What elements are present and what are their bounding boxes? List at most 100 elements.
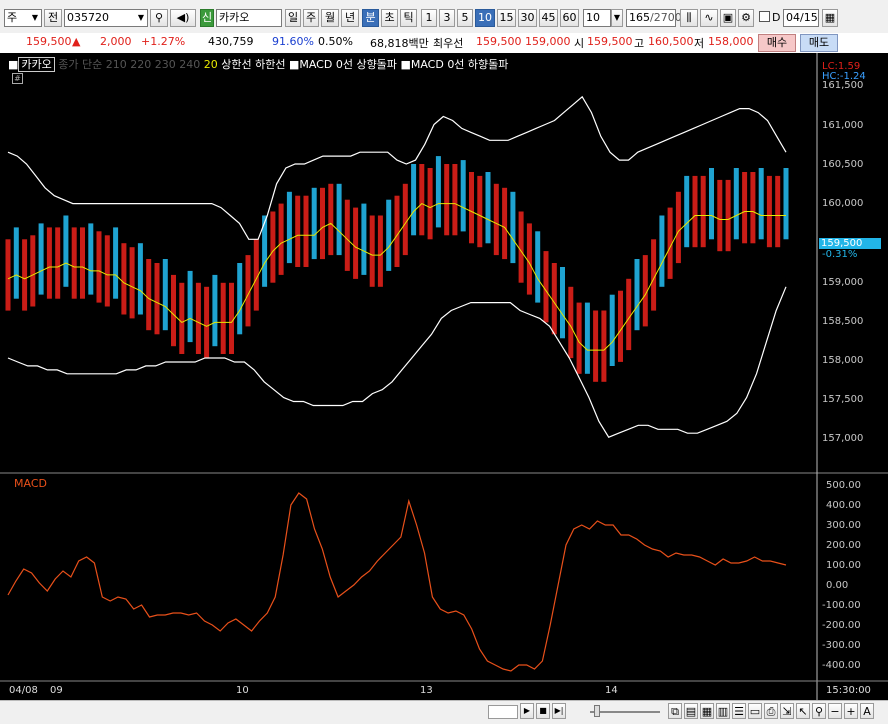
plus-icon: + xyxy=(846,705,856,718)
best-label: 최우선 xyxy=(433,37,464,50)
stock-name-value: 카카오 xyxy=(219,11,250,24)
settings-button[interactable]: ⚙ xyxy=(738,9,754,27)
candle-bar xyxy=(411,164,417,236)
candle-bar xyxy=(179,282,185,354)
sound-button[interactable]: ◀) xyxy=(170,9,196,27)
candle-bar xyxy=(46,227,52,299)
candle-bar xyxy=(452,164,458,236)
calendar-icon: ▦ xyxy=(824,11,836,24)
candle-bar xyxy=(377,215,383,287)
zoom-in-button[interactable]: + xyxy=(844,703,858,719)
code-input[interactable]: 035720 ▼ xyxy=(64,9,148,27)
calendar-button[interactable]: ▦ xyxy=(822,9,838,27)
high-price: 160,500 xyxy=(648,35,694,48)
candle-bar xyxy=(460,160,466,232)
layout-button[interactable]: ▤ xyxy=(684,703,698,719)
candle-bar xyxy=(543,251,549,323)
macd-line xyxy=(7,492,787,672)
price-tick: 160,000 xyxy=(822,198,864,209)
volume: 430,759 xyxy=(208,35,254,48)
period-button-day[interactable]: 일 xyxy=(285,9,301,27)
minute-button-45[interactable]: 45 xyxy=(539,9,558,27)
current-price-percent: -0.31% xyxy=(822,249,858,260)
time-label: 10 xyxy=(236,685,249,696)
search-button[interactable]: ⚲ xyxy=(150,9,168,27)
price-tick: 157,000 xyxy=(822,433,864,444)
window-button[interactable]: ▭ xyxy=(748,703,762,719)
minute-button-10[interactable]: 10 xyxy=(475,9,495,27)
buy-button[interactable]: 매수 xyxy=(758,34,796,52)
candle-bar xyxy=(783,168,789,240)
end-button[interactable]: ▶| xyxy=(552,703,566,719)
candle-bar xyxy=(38,223,44,295)
zoom-slider[interactable] xyxy=(590,711,660,713)
candle-bar xyxy=(626,278,632,351)
open-label: 시 xyxy=(574,37,585,50)
text-button[interactable]: A xyxy=(860,703,874,719)
period-button-month[interactable]: 월 xyxy=(321,9,339,27)
period-button-second[interactable]: 초 xyxy=(381,9,398,27)
minute-button-15[interactable]: 15 xyxy=(497,9,516,27)
count-input[interactable]: 10 xyxy=(583,9,611,27)
candle-bar xyxy=(137,243,143,315)
macd-tick: -100.00 xyxy=(822,600,861,611)
prev-button[interactable]: 전 xyxy=(44,9,62,27)
chevron-down-icon: ▼ xyxy=(613,13,621,22)
candle-bar xyxy=(22,239,28,311)
search-chart-button[interactable]: ⚲ xyxy=(812,703,826,719)
candle-bar xyxy=(121,243,127,315)
candle-bar xyxy=(129,247,135,319)
chart-area[interactable]: ■ 카카오 종가 단순 210 220 230 240 20 상한선 하한선 ■M… xyxy=(0,53,888,723)
candle-bar xyxy=(584,302,590,374)
minute-button-1[interactable]: 1 xyxy=(421,9,437,27)
cursor-button[interactable]: ↖ xyxy=(796,703,810,719)
zoom-out-button[interactable]: − xyxy=(828,703,842,719)
grid-button[interactable]: ▦ xyxy=(700,703,714,719)
scroll-track[interactable] xyxy=(488,705,518,719)
candle-type-button[interactable]: ⫼ xyxy=(680,9,698,27)
stock-name-field[interactable]: 카카오 xyxy=(216,9,282,27)
candle-bar xyxy=(353,207,359,279)
line-type-button[interactable]: ∿ xyxy=(700,9,718,27)
minute-button-60[interactable]: 60 xyxy=(560,9,579,27)
chevron-down-icon: ▼ xyxy=(31,13,38,22)
date-input[interactable]: 04/15 xyxy=(783,9,819,27)
high-label: 고 xyxy=(634,37,645,50)
save-button[interactable]: ▣ xyxy=(720,9,736,27)
minute-button-3[interactable]: 3 xyxy=(439,9,455,27)
sell-button[interactable]: 매도 xyxy=(800,34,838,52)
zoom-slider-handle[interactable] xyxy=(594,705,600,717)
candle-bar xyxy=(162,259,168,331)
search-icon: ⚲ xyxy=(154,11,164,24)
play-icon: ▶ xyxy=(523,706,531,715)
low-label: 저 xyxy=(694,37,705,50)
minute-button-5[interactable]: 5 xyxy=(457,9,473,27)
period-button-year[interactable]: 년 xyxy=(341,9,359,27)
cursor-icon: ↖ xyxy=(798,705,808,718)
candle-bar xyxy=(278,203,284,275)
list-button[interactable]: ☰ xyxy=(732,703,746,719)
bars-button[interactable]: ▥ xyxy=(716,703,730,719)
stop-button[interactable]: ■ xyxy=(536,703,550,719)
gear-icon: ⚙ xyxy=(741,11,751,24)
candle-bar xyxy=(63,215,69,287)
period-button-week[interactable]: 주 xyxy=(303,9,319,27)
period-select[interactable]: 주 ▼ xyxy=(4,9,42,27)
print-button[interactable]: ⎙ xyxy=(764,703,778,719)
candle-bar xyxy=(88,223,94,295)
scroll-right-button[interactable]: ▶ xyxy=(520,703,534,719)
period-button-minute[interactable]: 분 xyxy=(362,9,379,27)
minute-button-30[interactable]: 30 xyxy=(518,9,537,27)
count-dropdown[interactable]: ▼ xyxy=(611,9,623,27)
range-input[interactable]: 165/2700 xyxy=(626,9,682,27)
layout-icon: ▤ xyxy=(685,705,697,718)
export-button[interactable]: ⇲ xyxy=(780,703,794,719)
candle-bar xyxy=(295,195,301,267)
copy-button[interactable]: ⧉ xyxy=(668,703,682,719)
candle-bar xyxy=(700,175,706,248)
candle-bar xyxy=(758,168,764,240)
candle-bar xyxy=(526,223,532,295)
period-button-tick[interactable]: 틱 xyxy=(400,9,417,27)
d-checkbox[interactable] xyxy=(759,11,770,22)
candle-bar xyxy=(419,164,425,236)
